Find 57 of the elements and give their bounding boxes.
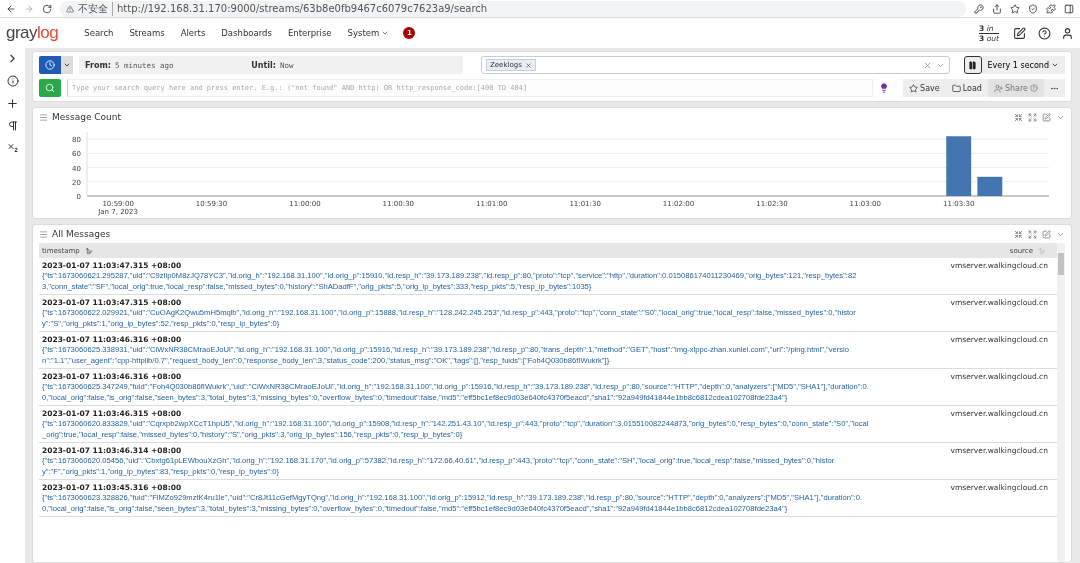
search-icon xyxy=(45,83,55,93)
caret-icon xyxy=(63,61,71,69)
widget-title: Message Count xyxy=(52,112,123,122)
bar xyxy=(977,176,1003,196)
help-icon[interactable] xyxy=(1038,26,1051,40)
url-text: http://192.168.31.170:9000/streams/63b8e0fb9467c6079c7623a9/search xyxy=(117,3,488,14)
forward-icon[interactable] xyxy=(24,3,34,14)
drag-handle-icon[interactable] xyxy=(39,229,48,239)
widget-title: All Messages xyxy=(52,229,112,239)
search-button[interactable] xyxy=(39,79,61,97)
clock-icon xyxy=(45,60,55,70)
remove-icon[interactable] xyxy=(524,61,532,69)
share-icon[interactable] xyxy=(992,3,1002,14)
clear-icon[interactable] xyxy=(922,60,932,70)
bookmark-icon[interactable] xyxy=(1010,3,1020,14)
nav-link[interactable]: System xyxy=(339,28,398,38)
expand-icon[interactable] xyxy=(1028,112,1037,122)
address-bar[interactable]: 不安全 http://192.168.31.170:9000/streams/63b8e0fb9467c6079c7623a9/search xyxy=(60,0,966,17)
subscript-icon[interactable] xyxy=(6,142,19,154)
nav-link[interactable]: Streams xyxy=(121,28,173,38)
back-icon[interactable] xyxy=(6,3,16,14)
lightbulb-icon[interactable] xyxy=(879,83,890,93)
reload-icon[interactable] xyxy=(42,3,52,14)
caret-icon xyxy=(1051,61,1059,69)
until-label: Until: xyxy=(251,60,276,70)
time-range-button[interactable] xyxy=(39,56,61,74)
nav-link[interactable]: Search xyxy=(76,28,122,38)
user-plus-icon xyxy=(993,83,1003,93)
drag-handle-icon[interactable] xyxy=(39,112,48,122)
plus-icon[interactable] xyxy=(6,97,19,110)
sort-icon[interactable] xyxy=(84,246,93,255)
pause-icon xyxy=(968,60,978,70)
edit-icon[interactable] xyxy=(1013,26,1026,40)
info-icon[interactable] xyxy=(6,75,19,87)
expand-icon[interactable] xyxy=(1028,229,1037,239)
focus-icon[interactable] xyxy=(1014,112,1023,122)
refresh-interval-button[interactable]: Every 1 second xyxy=(981,56,1065,74)
key-icon[interactable] xyxy=(974,3,984,14)
warning-icon xyxy=(66,4,74,13)
folder-icon xyxy=(951,83,961,93)
nav-link[interactable]: Dashboards xyxy=(213,28,280,38)
star-icon xyxy=(909,83,919,93)
side-panel-icon[interactable] xyxy=(1064,3,1074,14)
extension-icon[interactable] xyxy=(1028,3,1038,14)
security-label: 不安全 xyxy=(78,1,113,16)
bar xyxy=(946,136,972,196)
graylog-logo: graylog xyxy=(6,23,59,43)
puzzle-icon[interactable] xyxy=(1046,3,1056,14)
user-icon[interactable] xyxy=(1061,26,1074,40)
nav-link[interactable]: Enterprise xyxy=(279,28,340,38)
focus-icon[interactable] xyxy=(1014,229,1023,239)
pause-button[interactable] xyxy=(963,56,982,74)
caret-icon xyxy=(381,29,390,37)
from-label: From: xyxy=(85,60,111,70)
pilcrow-icon[interactable] xyxy=(6,120,19,132)
nav-link[interactable]: Alerts xyxy=(172,28,214,38)
help-icon xyxy=(1030,84,1038,92)
